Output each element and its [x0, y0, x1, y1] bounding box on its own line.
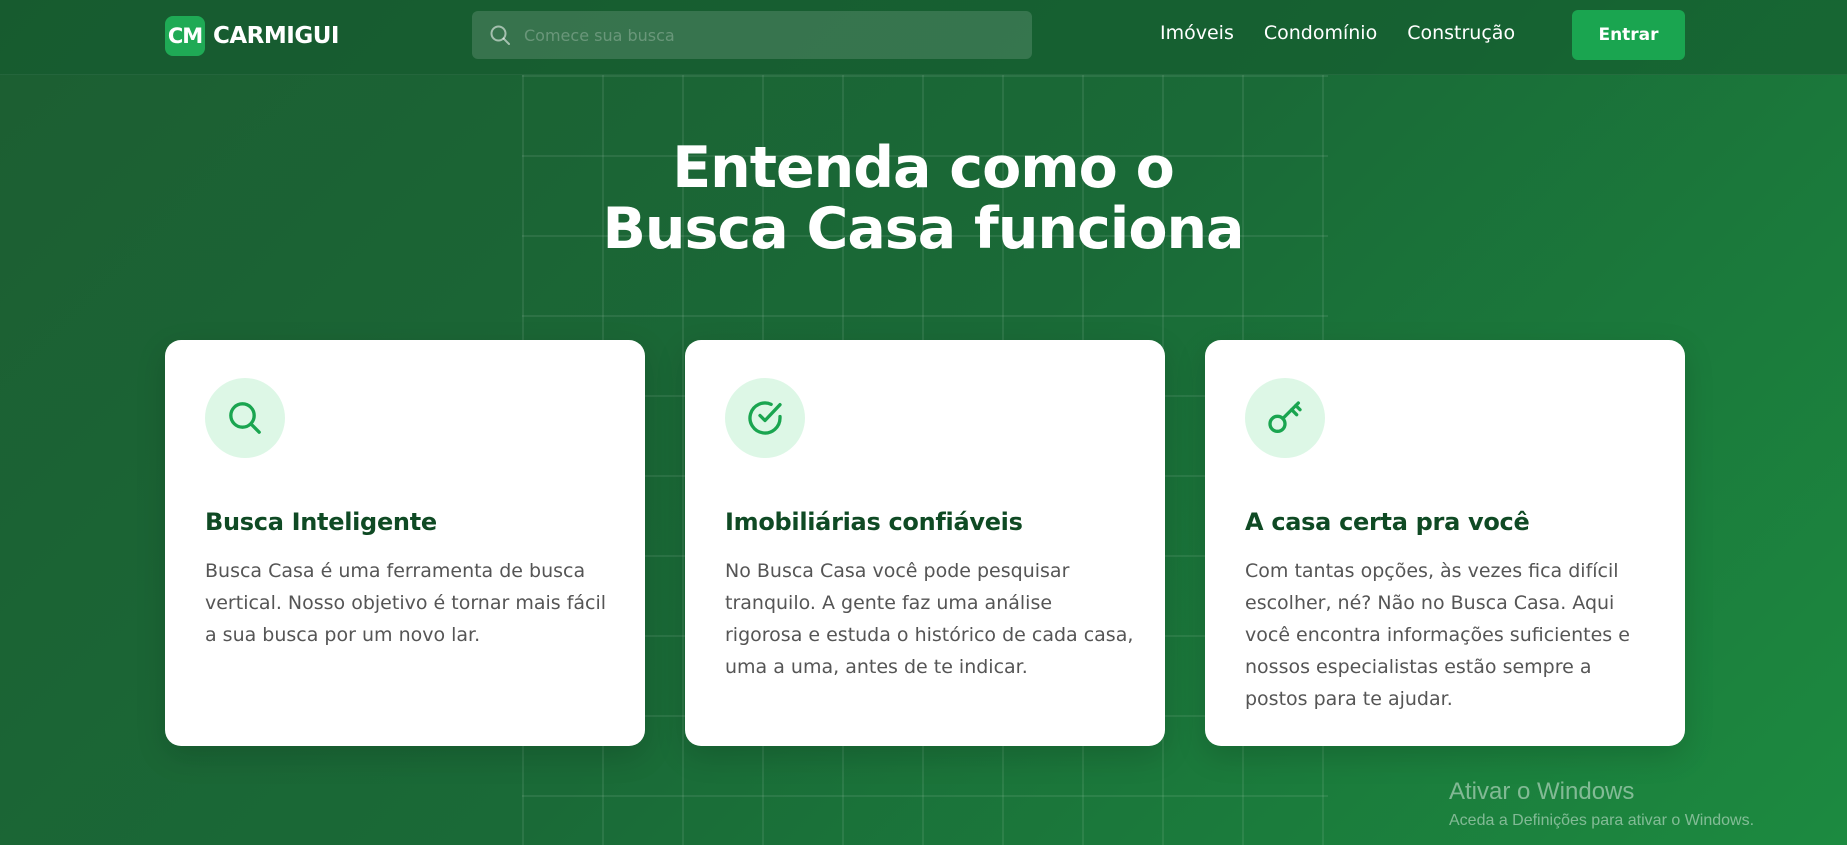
enter-button[interactable]: Entrar: [1572, 10, 1685, 60]
search-icon: [229, 402, 261, 434]
check-circle-icon: [748, 401, 782, 435]
icon-badge: [725, 378, 805, 458]
search-input[interactable]: [524, 25, 1032, 45]
feature-card-smart-search: Busca Inteligente Busca Casa é uma ferra…: [165, 340, 645, 746]
page-title-line-2: Busca Casa funciona: [602, 196, 1244, 262]
search-icon: [490, 25, 510, 45]
brand-logo[interactable]: CM CARMIGUI: [165, 16, 339, 56]
card-text: Com tantas opções, às vezes fica difícil…: [1245, 560, 1630, 710]
key-icon: [1268, 401, 1302, 433]
watermark-title: Ativar o Windows: [1449, 778, 1635, 805]
icon-badge: [1245, 378, 1325, 458]
nav-construcao[interactable]: Construção: [1407, 22, 1515, 44]
card-text: No Busca Casa você pode pesquisar tranqu…: [725, 560, 1134, 678]
main-nav: Imóveis Condomínio Construção: [1160, 22, 1515, 44]
watermark-subtitle: Aceda a Definições para ativar o Windows…: [1449, 812, 1755, 829]
brand-name: CARMIGUI: [213, 23, 339, 49]
card-text: Busca Casa é uma ferramenta de busca ver…: [205, 560, 607, 646]
page-title-line-1: Entenda como o: [672, 135, 1175, 201]
search-bar[interactable]: [472, 11, 1032, 59]
nav-condominio[interactable]: Condomínio: [1264, 22, 1377, 44]
icon-badge: [205, 378, 285, 458]
windows-activation-watermark: Ativar o Windows Aceda a Definições para…: [1449, 778, 1754, 830]
feature-card-trusted-agencies: Imobiliárias confiáveis No Busca Casa vo…: [685, 340, 1165, 746]
card-title: Busca Inteligente: [205, 508, 437, 536]
top-navbar: CM CARMIGUI Imóveis Condomínio Construçã…: [0, 0, 1847, 75]
card-title: Imobiliárias confiáveis: [725, 508, 1023, 536]
card-title: A casa certa pra você: [1245, 508, 1530, 536]
feature-card-right-home: A casa certa pra você Com tantas opções,…: [1205, 340, 1685, 746]
page-title: Entenda como o Busca Casa funciona: [523, 138, 1323, 260]
nav-imoveis[interactable]: Imóveis: [1160, 22, 1234, 44]
logo-badge: CM: [165, 16, 205, 56]
